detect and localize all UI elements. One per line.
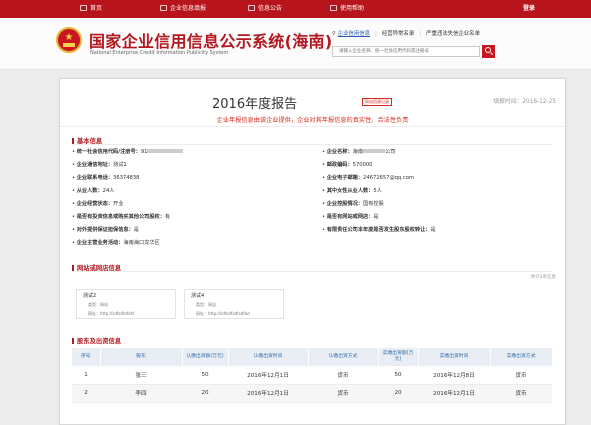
redacted-mask bbox=[147, 149, 184, 153]
website-name: 测试2 bbox=[83, 293, 97, 299]
field-website: • 是否有网站或网店：是 bbox=[322, 214, 379, 220]
field-investment: • 是否有投资信息或购买其他公司股权：有 bbox=[72, 214, 171, 220]
website-card[interactable]: 测试2 类型：网站 网址：http://sdfsdfafdsf bbox=[76, 289, 176, 319]
section-title-shareholders: 股东及出资信息 bbox=[72, 336, 121, 345]
field-female-employees: • 其中女性从业人数：5人 bbox=[322, 188, 382, 194]
nav-item-home[interactable]: 首页 bbox=[80, 0, 102, 18]
field-holding: • 企业控股情况：国有控股 bbox=[322, 201, 384, 207]
field-phone: • 企业联系电话：36374838 bbox=[72, 175, 140, 181]
table-row: 1 张三 50 2016年12月1日 货币 50 2016年12月8日 货币 bbox=[72, 366, 552, 385]
website-url: http://sdfsdfadfsdfad bbox=[208, 311, 250, 316]
nav-item-report-fill[interactable]: 企业信息填报 bbox=[160, 0, 206, 18]
edit-icon bbox=[160, 5, 167, 11]
field-status: • 企业经营状态：开业 bbox=[72, 201, 124, 207]
website-type: 网站 bbox=[100, 302, 108, 307]
link-credit-info[interactable]: 企业信用信息 bbox=[338, 31, 370, 37]
field-main-business: • 企业主营业务活动：海南海口龙华区 bbox=[72, 240, 160, 246]
website-type: 网店 bbox=[208, 302, 216, 307]
top-nav-bar: 首页 企业信息填报 信息公告 使用帮助 登录 bbox=[0, 0, 591, 18]
site-title: 国家企业信用信息公示系统(海南) bbox=[89, 32, 333, 51]
field-company-name: • 企业名称：海南 公司 bbox=[322, 149, 396, 155]
field-email: • 企业电子邮箱：24672657@qq.com bbox=[322, 175, 414, 181]
notice-icon bbox=[248, 5, 255, 11]
website-card[interactable]: 测试4 类型：网店 网址：http://sdfsdfadfsdfad bbox=[184, 289, 284, 319]
field-address: • 企业通信地址：测试1 bbox=[72, 162, 127, 168]
national-emblem-logo: ★ bbox=[56, 27, 82, 53]
website-name: 测试4 bbox=[191, 293, 205, 299]
help-icon bbox=[330, 5, 337, 11]
table-row: 2 李四 20 2016年12月1日 货币 20 2016年12月1日 货币 bbox=[72, 384, 552, 403]
table-header-row: 序号 股东 认缴出资额(万元) 认缴出资时间 认缴出资方式 实缴出资额(万元) … bbox=[72, 348, 553, 366]
report-badge: 网站搭建记录 bbox=[362, 98, 392, 106]
nav-item-notice[interactable]: 信息公告 bbox=[248, 0, 282, 18]
header-subscribed-amount: 认缴出资额(万元) bbox=[182, 348, 229, 366]
header-index: 序号 bbox=[72, 348, 101, 366]
field-guarantee: • 对外提供保证担保信息：是 bbox=[72, 227, 139, 233]
header-subscribed-method: 认缴出资方式 bbox=[308, 348, 379, 366]
header-paid-date: 实缴出资时间 bbox=[418, 348, 491, 366]
search-small-icon: ⚲ bbox=[332, 31, 336, 37]
field-postcode: • 邮政编码：570000 bbox=[322, 162, 373, 168]
link-dishonest-list[interactable]: 严重违法失信企业名单 bbox=[426, 31, 480, 37]
link-abnormal-list[interactable]: 经营异常名录 bbox=[382, 31, 414, 37]
header-paid-amount: 实缴出资额(万元) bbox=[378, 348, 419, 366]
header-shareholder: 股东 bbox=[100, 348, 183, 366]
header-subscribed-date: 认缴出资时间 bbox=[228, 348, 309, 366]
site-subtitle: National Enterprise Credit Information P… bbox=[90, 50, 229, 56]
field-equity-transfer: • 有限责任公司本年度是否发生股东股权转让：是 bbox=[322, 227, 436, 233]
website-url: http://sdfsdfafdsf bbox=[100, 311, 135, 316]
divider bbox=[60, 126, 565, 127]
search-button[interactable] bbox=[482, 45, 495, 58]
field-employees: • 从业人数：24人 bbox=[72, 188, 115, 194]
search-input[interactable] bbox=[332, 46, 480, 57]
header-paid-method: 实缴出资方式 bbox=[490, 348, 553, 366]
report-notice: 企业年报信息由该企业提供，企业对其年报信息的真实性、合法性负责 bbox=[216, 117, 409, 124]
field-credit-code: • 统一社会信用代码/注册号：91 bbox=[72, 148, 184, 155]
report-title: 2016年度报告 bbox=[212, 97, 298, 112]
redacted-mask bbox=[363, 149, 386, 153]
login-link[interactable]: 登录 bbox=[523, 0, 535, 18]
site-header: ★ 国家企业信用信息公示系统(海南) National Enterprise C… bbox=[0, 18, 591, 70]
header-links: ⚲ 企业信用信息 | 经营异常名录 | 严重违法失信企业名单 bbox=[332, 31, 480, 37]
fill-date: 填报时间：2016-12-25 bbox=[493, 99, 556, 105]
shareholder-table: 序号 股东 认缴出资额(万元) 认缴出资时间 认缴出资方式 实缴出资额(万元) … bbox=[72, 348, 553, 403]
website-count: 共计2条信息 bbox=[530, 275, 556, 280]
home-icon bbox=[80, 5, 87, 11]
nav-item-help[interactable]: 使用帮助 bbox=[330, 0, 364, 18]
annual-report-panel: 2016年度报告 网站搭建记录 填报时间：2016-12-25 企业年报信息由该… bbox=[59, 78, 566, 425]
